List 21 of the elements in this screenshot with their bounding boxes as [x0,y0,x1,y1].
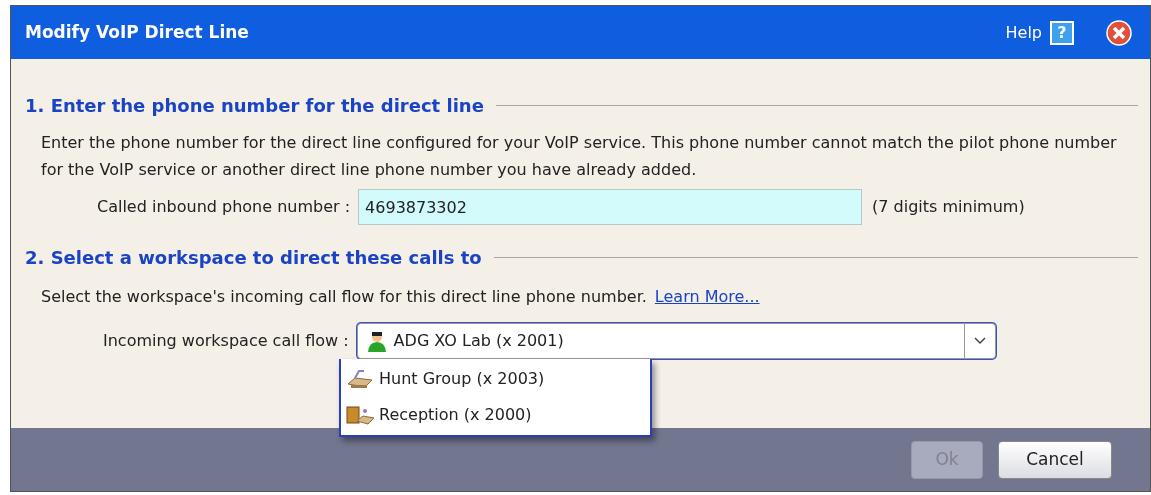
call-flow-dropdown[interactable]: ADG XO Lab (x 2001) [356,323,996,359]
learn-more-link[interactable]: Learn More... [654,285,760,309]
caret-icon [973,337,986,345]
help-link[interactable]: Help [1005,20,1042,45]
person-icon [365,330,388,352]
dropdown-option[interactable]: Hunt Group (x 2003) [341,361,650,397]
reception-desk-icon [345,404,375,426]
hint-text: (7 digits minimum) [872,196,1025,218]
field-label: Called inbound phone number : [97,196,351,218]
desk-phone-icon [345,368,375,390]
phone-number-input[interactable]: 4693873302 [358,189,863,225]
dropdown-option[interactable]: Reception (x 2000) [341,397,650,433]
section-description: Enter the phone number for the direct line configured for your VoIP service. This phone number cannot match the pilot phone number for the VoIP service or another direct line phone number you have already added. [40,132,1118,181]
close-icon[interactable] [1106,19,1132,46]
section-heading: 2. Select a workspace to direct these calls to [25,246,482,270]
selected-value: ADG XO Lab (x 2001) [393,330,565,352]
dialog-button[interactable]: Cancel [998,440,1112,479]
window-title: Modify VoIP Direct Line [25,20,249,44]
section-description: Select the workspace's incoming call flow for this direct line phone number. [41,286,647,308]
field-label: Incoming workspace call flow : [103,330,349,352]
section-heading: 1. Enter the phone number for the direct line [25,94,484,118]
